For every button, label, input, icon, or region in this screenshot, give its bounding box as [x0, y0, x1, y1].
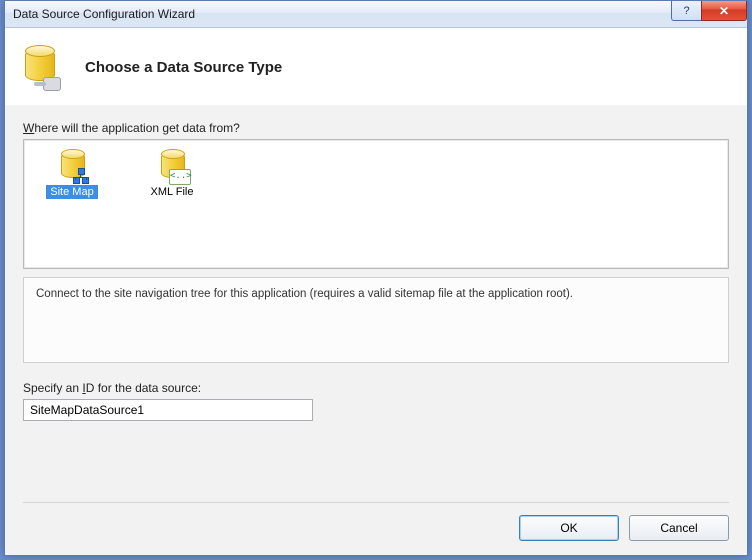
help-icon: ?	[683, 5, 689, 17]
source-description: Connect to the site navigation tree for …	[23, 277, 729, 363]
source-item-sitemap[interactable]: Site Map	[38, 148, 106, 199]
source-item-xmlfile[interactable]: <..> XML File	[138, 148, 206, 199]
help-button[interactable]: ?	[671, 1, 701, 21]
wizard-body: Where will the application get data from…	[5, 105, 747, 555]
sitemap-icon	[55, 150, 89, 182]
data-source-list: Site Map <..> XML File	[23, 139, 729, 269]
close-button[interactable]: ✕	[701, 1, 747, 21]
source-item-label: XML File	[147, 185, 198, 199]
wizard-header: Choose a Data Source Type	[5, 28, 747, 107]
access-key-w: W	[23, 121, 34, 135]
datasource-id-input[interactable]	[23, 399, 313, 421]
wizard-window: Data Source Configuration Wizard ? ✕ Cho…	[4, 0, 748, 556]
window-buttons: ? ✕	[671, 1, 747, 21]
source-question: Where will the application get data from…	[23, 121, 729, 135]
database-icon	[23, 45, 59, 89]
wizard-footer: OK Cancel	[23, 502, 729, 541]
window-title: Data Source Configuration Wizard	[13, 7, 195, 21]
titlebar[interactable]: Data Source Configuration Wizard ? ✕	[5, 1, 747, 28]
source-item-label: Site Map	[46, 185, 97, 199]
xml-icon: <..>	[155, 150, 189, 182]
ok-button[interactable]: OK	[519, 515, 619, 541]
page-title: Choose a Data Source Type	[85, 59, 282, 76]
close-icon: ✕	[719, 4, 729, 18]
id-label: Specify an ID for the data source:	[23, 381, 729, 395]
cancel-button[interactable]: Cancel	[629, 515, 729, 541]
